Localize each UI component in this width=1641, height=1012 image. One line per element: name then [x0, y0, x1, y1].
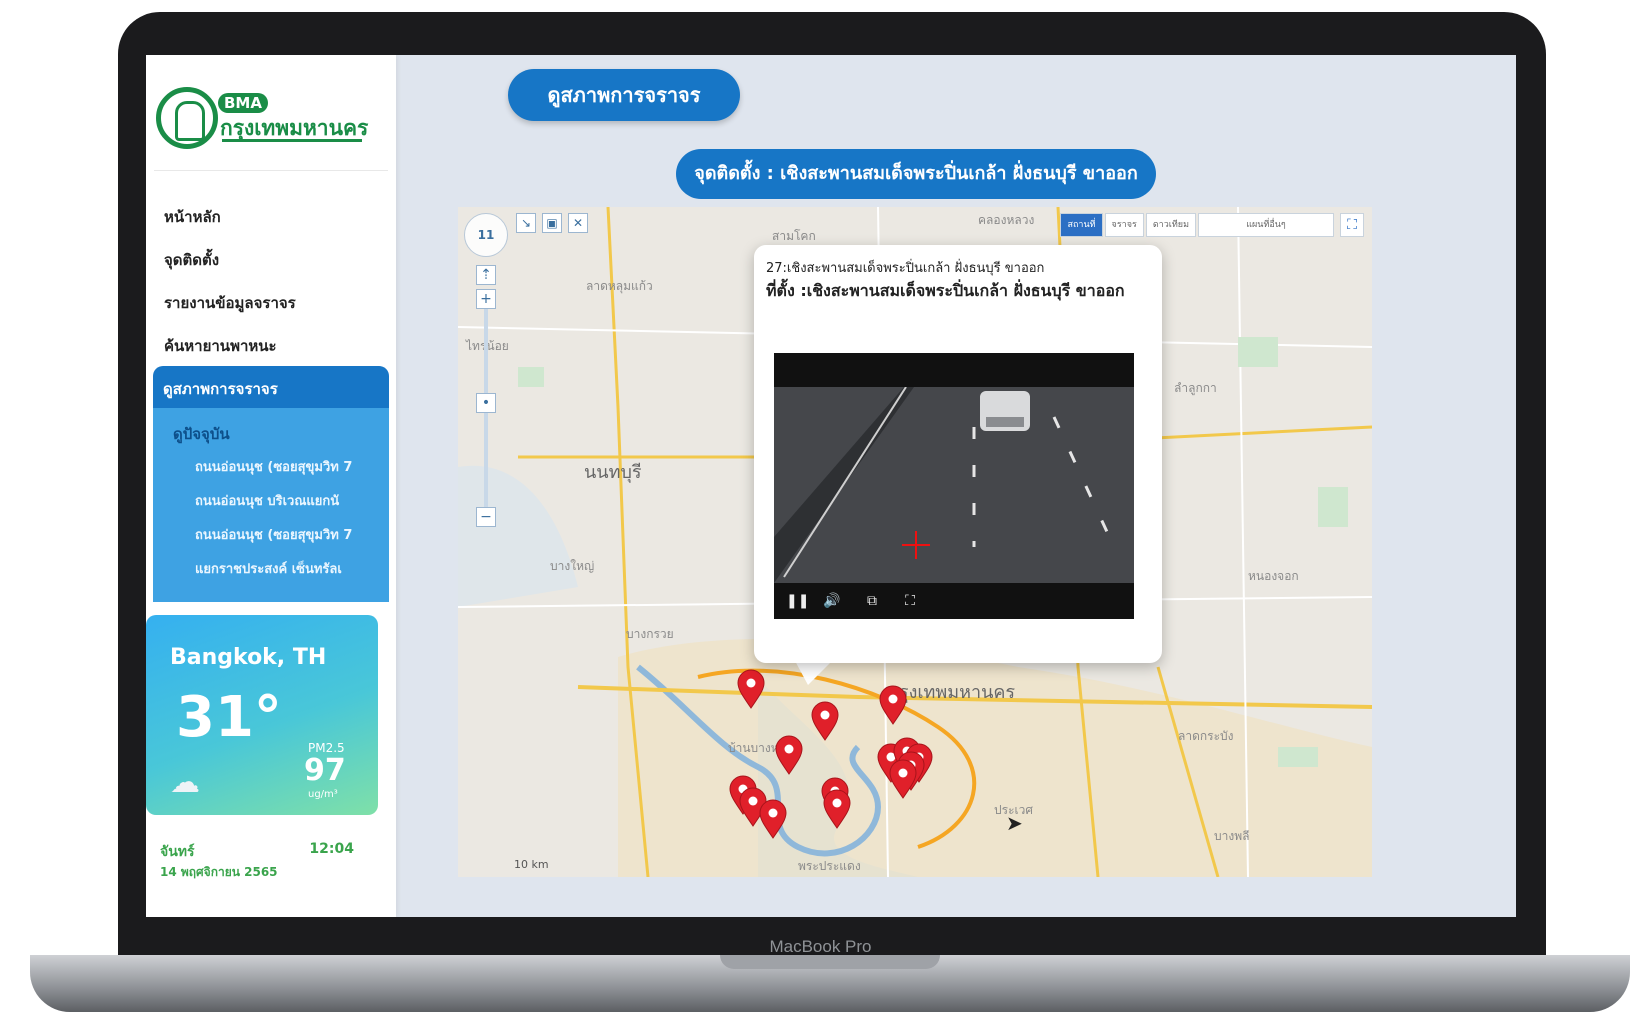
cloud-icon: ☁: [170, 765, 200, 800]
pause-icon[interactable]: ❚❚: [786, 591, 809, 611]
mouse-cursor-icon: ➤: [1006, 811, 1023, 835]
device-label: MacBook Pro: [769, 937, 872, 956]
map-label: บางใหญ่: [550, 559, 595, 573]
camera-video[interactable]: ❚❚ 🔊 ⧉ ⛶: [774, 353, 1134, 619]
map-label: ลำลูกกา: [1174, 381, 1217, 395]
pm-value: 97: [304, 753, 346, 788]
nav-home[interactable]: หน้าหลัก: [164, 205, 221, 229]
map-label: ลาดกระบัง: [1178, 729, 1234, 743]
zoom-in-button[interactable]: +: [476, 289, 496, 309]
logo-underline: [222, 139, 362, 142]
camera-pin-icon[interactable]: [888, 759, 918, 799]
page-title: ดูสภาพการจราจร: [508, 69, 740, 121]
nav-traffic-report[interactable]: รายงานข้อมูลจราจร: [164, 291, 296, 315]
location-banner: จุดติดตั้ง : เชิงสะพานสมเด็จพระปิ่นเกล้า…: [676, 149, 1156, 199]
map-label: บางกรวย: [626, 627, 674, 641]
map-label: ลาดหลุมแก้ว: [586, 279, 653, 293]
subnav-item[interactable]: ถนนอ่อนนุช บริเวณแยกนั: [195, 490, 375, 511]
subnav-current[interactable]: ดูปัจจุบัน: [173, 422, 230, 446]
traffic-map[interactable]: นนทบุรี บางใหญ่ บางกรวย กรุงเทพมหานคร ไท…: [458, 207, 1372, 877]
popup-header: 27:เชิงสะพานสมเด็จพระปิ่นเกล้า ฝั่งธนบุร…: [766, 261, 1045, 276]
scale-bar: 10 km: [514, 858, 549, 871]
nav-traffic-view[interactable]: ดูสภาพการจราจร: [153, 366, 389, 408]
layer-switcher: สถานที่ จราจร ดาวเทียม แผนที่อื่นๆ: [1060, 213, 1334, 237]
video-frame: [774, 387, 1134, 583]
nav-vehicle-search[interactable]: ค้นหายานพาหนะ: [164, 334, 277, 358]
laptop-notch: [720, 955, 940, 969]
zoom-handle[interactable]: •: [476, 393, 496, 413]
camera-pin-icon[interactable]: [810, 701, 840, 741]
map-label: นนทบุรี: [584, 462, 642, 483]
layer-satellite-button[interactable]: ดาวเทียม: [1145, 213, 1196, 237]
subnav-item[interactable]: ถนนอ่อนนุช (ซอยสุขุมวิท 7: [195, 524, 375, 545]
camera-pin-icon[interactable]: [736, 669, 766, 709]
clear-icon[interactable]: ✕: [568, 213, 588, 233]
camera-popup: 27:เชิงสะพานสมเด็จพระปิ่นเกล้า ฝั่งธนบุร…: [754, 245, 1162, 663]
map-label: สามโคก: [772, 229, 816, 243]
video-controls: ❚❚ 🔊 ⧉ ⛶: [774, 583, 1134, 619]
bma-emblem-icon: [156, 87, 218, 149]
camera-pin-icon[interactable]: [758, 799, 788, 839]
volume-icon[interactable]: 🔊: [822, 591, 842, 611]
subnav: ดูปัจจุบัน ถนนอ่อนนุช (ซอยสุขุมวิท 7 ถนน…: [153, 408, 389, 602]
layer-places-button[interactable]: สถานที่: [1060, 213, 1103, 237]
camera-pin-icon[interactable]: [878, 685, 908, 725]
nav-installation-points[interactable]: จุดติดตั้ง: [164, 248, 219, 272]
locate-icon[interactable]: ⇡: [476, 265, 496, 285]
bma-logo[interactable]: BMA กรุงเทพมหานคร: [156, 87, 376, 157]
map-label: คลองหลวง: [978, 213, 1035, 227]
camera-pin-icon[interactable]: [774, 735, 804, 775]
picture-in-picture-icon[interactable]: ⧉: [862, 591, 882, 611]
map-pan-control[interactable]: 11: [464, 213, 508, 257]
layer-traffic-button[interactable]: จราจร: [1104, 213, 1144, 237]
draw-area-icon[interactable]: ▣: [542, 213, 562, 233]
date: 14 พฤศจิกายน 2565: [160, 865, 278, 879]
date-time-box: จันทร์ 12:04 14 พฤศจิกายน 2565: [146, 827, 378, 917]
draw-line-icon[interactable]: ↘: [516, 213, 536, 233]
logo-badge: BMA: [218, 93, 268, 113]
layer-select[interactable]: แผนที่อื่นๆ: [1198, 213, 1334, 237]
weather-temperature: 31°: [176, 685, 282, 750]
weather-widget: Bangkok, TH 31° ☁ PM2.5 97 ug/m³: [146, 615, 378, 815]
map-label: พระประแดง: [798, 859, 861, 873]
pm-unit: ug/m³: [308, 789, 338, 800]
weather-city: Bangkok, TH: [170, 645, 327, 670]
map-label: หนองจอก: [1248, 569, 1299, 583]
map-label: บางพลี: [1214, 829, 1250, 843]
sidebar: BMA กรุงเทพมหานคร หน้าหลัก จุดติดตั้ง รา…: [146, 55, 396, 917]
clock-time: 12:04: [309, 841, 354, 857]
zoom-out-button[interactable]: −: [476, 507, 496, 527]
subnav-item[interactable]: แยกราชประสงค์ เซ็นทรัลเ: [195, 558, 375, 579]
popup-location: ที่ตั้ง :เชิงสะพานสมเด็จพระปิ่นเกล้า ฝั่…: [766, 281, 1125, 300]
fullscreen-icon[interactable]: ⛶: [1340, 213, 1364, 237]
camera-pin-icon[interactable]: [822, 789, 852, 829]
subnav-item[interactable]: ถนนอ่อนนุช (ซอยสุขุมวิท 7: [195, 456, 375, 477]
screen: BMA กรุงเทพมหานคร หน้าหลัก จุดติดตั้ง รา…: [146, 55, 1516, 917]
divider: [154, 170, 388, 171]
fullscreen-video-icon[interactable]: ⛶: [900, 591, 920, 611]
day-name: จันทร์: [160, 844, 195, 860]
